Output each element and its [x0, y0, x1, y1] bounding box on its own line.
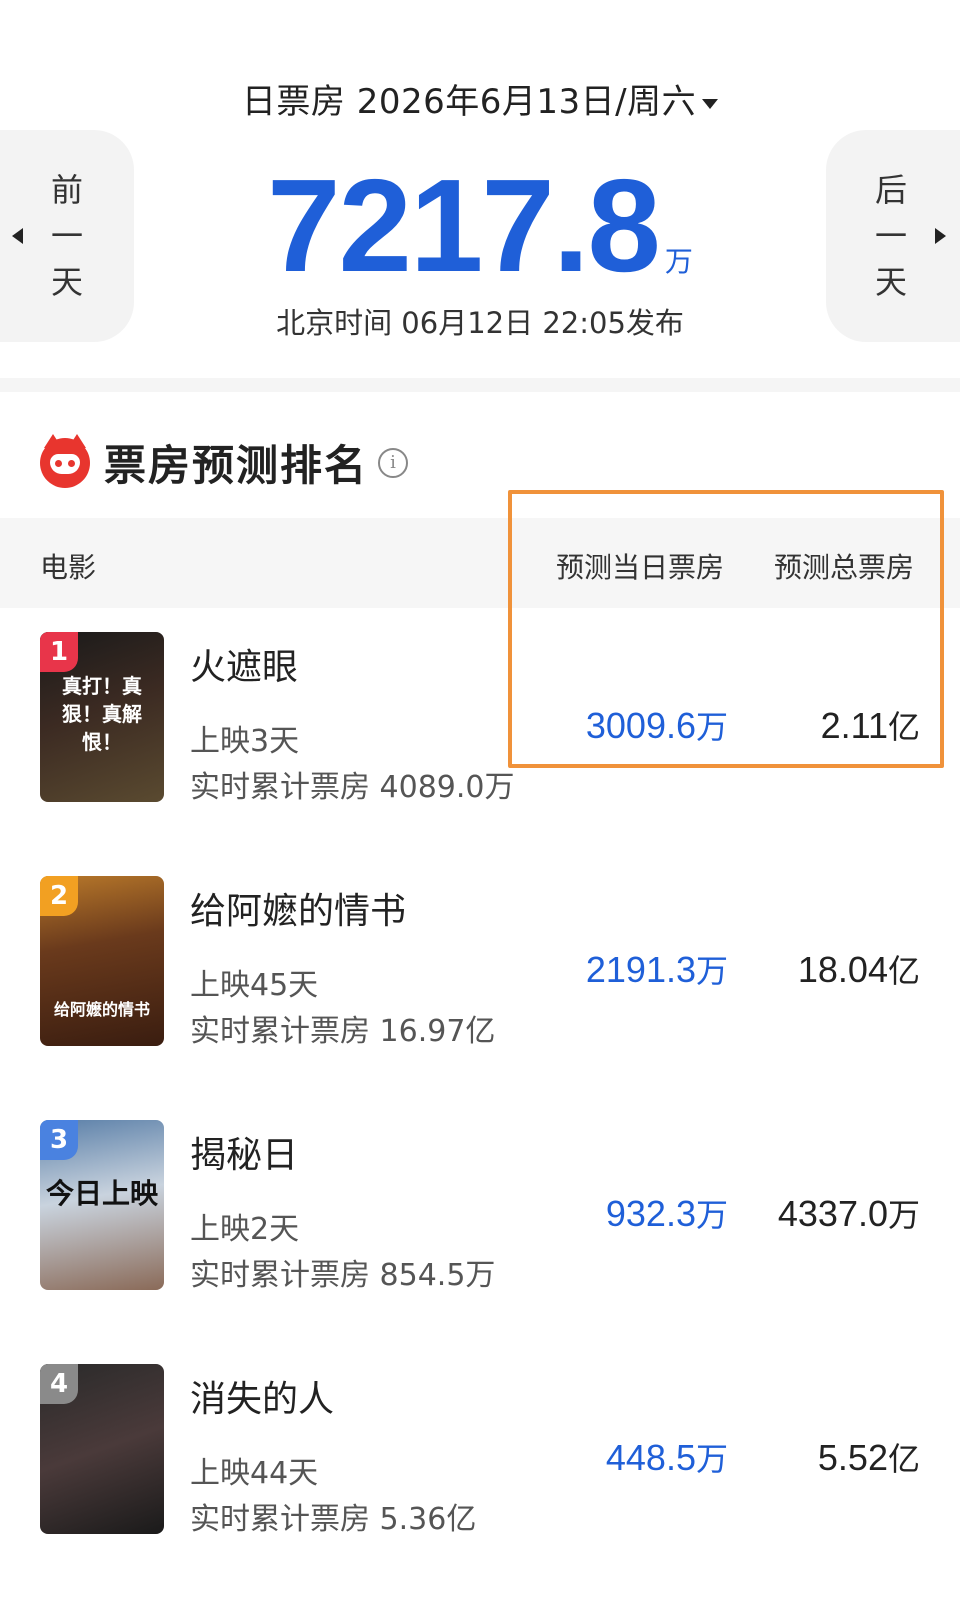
cumulative-box-office: 实时累计票房 5.36亿 — [190, 1502, 477, 1537]
column-predicted-total[interactable]: 预测总票房 — [774, 546, 914, 586]
total-box-office: 7217.8 万 — [0, 150, 960, 301]
movie-name[interactable]: 给阿嬷的情书 — [190, 882, 406, 934]
poster-text: 真打！真狠！真解恨！ — [62, 674, 142, 754]
movie-poster[interactable]: 今日上映 3 — [40, 1120, 164, 1290]
movie-name[interactable]: 火遮眼 — [190, 638, 298, 690]
predicted-day-value: 932.3万 — [605, 1193, 728, 1234]
section-header: 票房预测排名 i — [40, 432, 409, 493]
predicted-day-value: 3009.6万 — [585, 705, 728, 746]
movie-row[interactable]: 今日上映 3 揭秘日 上映2天 实时累计票房 854.5万 932.3万 433… — [0, 1120, 960, 1320]
divider — [0, 378, 960, 392]
total-unit: 万 — [664, 245, 693, 278]
cumulative-box-office: 实时累计票房 854.5万 — [190, 1258, 496, 1293]
column-predicted-day[interactable]: 预测当日票房 — [556, 546, 724, 586]
table-header: 电影 预测当日票房 预测总票房 — [0, 518, 960, 608]
daily-box-office-header: 日票房 2026年6月13日/周六 前一天 后一天 7217.8 万 北京时间 0… — [0, 0, 960, 378]
movie-row[interactable]: 4 消失的人 上映44天 实时累计票房 5.36亿 448.5万 5.52亿 — [0, 1364, 960, 1564]
total-value: 7217.8 — [267, 152, 661, 299]
movie-poster[interactable]: 真打！真狠！真解恨！ 1 — [40, 632, 164, 802]
rank-badge: 4 — [40, 1364, 78, 1404]
rank-badge: 1 — [40, 632, 78, 672]
predicted-day-value: 448.5万 — [605, 1437, 728, 1478]
days-released: 上映44天 — [190, 1456, 319, 1491]
movie-row[interactable]: 给阿嬷的情书 2 给阿嬷的情书 上映45天 实时累计票房 16.97亿 2191… — [0, 876, 960, 1076]
maoyan-logo-icon — [40, 433, 90, 488]
poster-text: 给阿嬷的情书 — [53, 1000, 150, 1019]
date-selector[interactable]: 日票房 2026年6月13日/周六 — [0, 74, 960, 123]
caret-down-icon[interactable] — [702, 98, 719, 109]
movie-name[interactable]: 揭秘日 — [190, 1126, 298, 1178]
days-released: 上映45天 — [190, 968, 319, 1003]
movie-poster[interactable]: 给阿嬷的情书 2 — [40, 876, 164, 1046]
days-released: 上映2天 — [190, 1212, 300, 1247]
section-title: 票房预测排名 — [104, 441, 369, 490]
predicted-total-value: 2.11亿 — [820, 705, 920, 746]
movie-name[interactable]: 消失的人 — [190, 1370, 334, 1422]
cumulative-box-office: 实时累计票房 4089.0万 — [190, 770, 515, 805]
rank-badge: 2 — [40, 876, 78, 916]
release-info: 北京时间 06月12日 22:05发布 — [276, 306, 684, 340]
movie-poster[interactable]: 4 — [40, 1364, 164, 1534]
days-released: 上映3天 — [190, 724, 300, 759]
info-icon[interactable]: i — [378, 447, 409, 478]
cumulative-box-office: 实时累计票房 16.97亿 — [190, 1014, 496, 1049]
date-label[interactable]: 日票房 2026年6月13日/周六 — [242, 82, 696, 122]
movie-row[interactable]: 真打！真狠！真解恨！ 1 火遮眼 上映3天 实时累计票房 4089.0万 300… — [0, 632, 960, 832]
poster-text: 今日上映 — [46, 1177, 159, 1210]
predicted-day-value: 2191.3万 — [585, 949, 728, 990]
column-film: 电影 — [40, 551, 97, 584]
predicted-total-value: 4337.0万 — [777, 1193, 920, 1234]
rank-badge: 3 — [40, 1120, 78, 1160]
predicted-total-value: 5.52亿 — [817, 1437, 920, 1478]
predicted-total-value: 18.04亿 — [797, 949, 920, 990]
